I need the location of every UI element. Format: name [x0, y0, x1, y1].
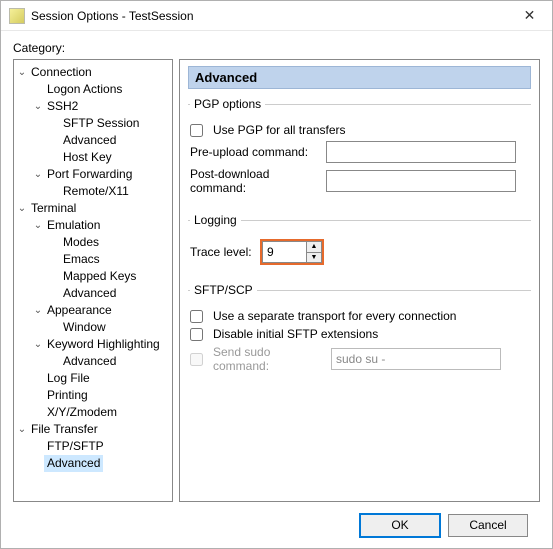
ok-button[interactable]: OK [360, 514, 440, 537]
pgp-legend: PGP options [190, 97, 265, 111]
app-icon [9, 8, 25, 24]
tree-host-key[interactable]: Host Key [16, 149, 170, 166]
tree-emulation[interactable]: ⌄Emulation [16, 217, 170, 234]
trace-level-input[interactable] [262, 241, 306, 263]
use-pgp-checkbox[interactable] [190, 124, 203, 137]
settings-panel: Advanced PGP options Use PGP for all tra… [179, 59, 540, 502]
tree-keyword-hl[interactable]: ⌄Keyword Highlighting [16, 336, 170, 353]
post-download-label: Post-download command: [190, 167, 320, 195]
send-sudo-checkbox [190, 353, 203, 366]
tree-xyzmodem[interactable]: X/Y/Zmodem [16, 404, 170, 421]
pre-upload-label: Pre-upload command: [190, 145, 320, 159]
separate-transport-label: Use a separate transport for every conne… [213, 309, 456, 323]
chevron-down-icon: ⌄ [32, 302, 44, 319]
tree-modes[interactable]: Modes [16, 234, 170, 251]
tree-logon-actions[interactable]: Logon Actions [16, 81, 170, 98]
trace-level-highlight: ▲ ▼ [260, 239, 324, 265]
dialog-window: Session Options - TestSession ✕ Category… [0, 0, 553, 549]
window-title: Session Options - TestSession [31, 9, 507, 23]
trace-level-spinner[interactable]: ▲ ▼ [306, 241, 322, 263]
spinner-down-icon[interactable]: ▼ [307, 253, 321, 263]
tree-advanced-ft[interactable]: Advanced [16, 455, 170, 472]
tree-advanced-kw[interactable]: Advanced [16, 353, 170, 370]
cancel-button[interactable]: Cancel [448, 514, 528, 537]
logging-legend: Logging [190, 213, 241, 227]
chevron-down-icon: ⌄ [16, 200, 28, 217]
separate-transport-checkbox[interactable] [190, 310, 203, 323]
close-button[interactable]: ✕ [507, 1, 552, 30]
disable-ext-label: Disable initial SFTP extensions [213, 327, 378, 341]
tree-window[interactable]: Window [16, 319, 170, 336]
category-label: Category: [13, 41, 540, 55]
sftp-legend: SFTP/SCP [190, 283, 257, 297]
sftp-scp-group: SFTP/SCP Use a separate transport for ev… [188, 283, 531, 381]
tree-appearance[interactable]: ⌄Appearance [16, 302, 170, 319]
chevron-down-icon: ⌄ [32, 98, 44, 115]
tree-connection[interactable]: ⌄Connection [16, 64, 170, 81]
chevron-down-icon: ⌄ [32, 217, 44, 234]
tree-emacs[interactable]: Emacs [16, 251, 170, 268]
panel-header: Advanced [188, 66, 531, 89]
tree-ftp-sftp[interactable]: FTP/SFTP [16, 438, 170, 455]
tree-ssh2[interactable]: ⌄SSH2 [16, 98, 170, 115]
send-sudo-input [331, 348, 501, 370]
send-sudo-label: Send sudo command: [213, 345, 325, 373]
spinner-up-icon[interactable]: ▲ [307, 242, 321, 253]
chevron-down-icon: ⌄ [16, 64, 28, 81]
tree-sftp-session[interactable]: SFTP Session [16, 115, 170, 132]
tree-remote-x11[interactable]: Remote/X11 [16, 183, 170, 200]
dialog-footer: OK Cancel [13, 502, 540, 548]
chevron-down-icon: ⌄ [32, 166, 44, 183]
tree-printing[interactable]: Printing [16, 387, 170, 404]
chevron-down-icon: ⌄ [32, 336, 44, 353]
close-icon: ✕ [524, 7, 536, 24]
tree-log-file[interactable]: Log File [16, 370, 170, 387]
chevron-down-icon: ⌄ [16, 421, 28, 438]
tree-port-forwarding[interactable]: ⌄Port Forwarding [16, 166, 170, 183]
title-bar: Session Options - TestSession ✕ [1, 1, 552, 31]
category-tree[interactable]: ⌄Connection Logon Actions ⌄SSH2 SFTP Ses… [13, 59, 173, 502]
content-area: Category: ⌄Connection Logon Actions ⌄SSH… [1, 31, 552, 548]
post-download-input[interactable] [326, 170, 516, 192]
disable-ext-checkbox[interactable] [190, 328, 203, 341]
tree-advanced-emul[interactable]: Advanced [16, 285, 170, 302]
logging-group: Logging Trace level: ▲ ▼ [188, 213, 531, 273]
tree-advanced-ssh2[interactable]: Advanced [16, 132, 170, 149]
tree-mapped-keys[interactable]: Mapped Keys [16, 268, 170, 285]
use-pgp-label: Use PGP for all transfers [213, 123, 346, 137]
tree-file-transfer[interactable]: ⌄File Transfer [16, 421, 170, 438]
pre-upload-input[interactable] [326, 141, 516, 163]
pgp-options-group: PGP options Use PGP for all transfers Pr… [188, 97, 531, 203]
panels: ⌄Connection Logon Actions ⌄SSH2 SFTP Ses… [13, 59, 540, 502]
tree-terminal[interactable]: ⌄Terminal [16, 200, 170, 217]
trace-level-label: Trace level: [190, 245, 254, 259]
